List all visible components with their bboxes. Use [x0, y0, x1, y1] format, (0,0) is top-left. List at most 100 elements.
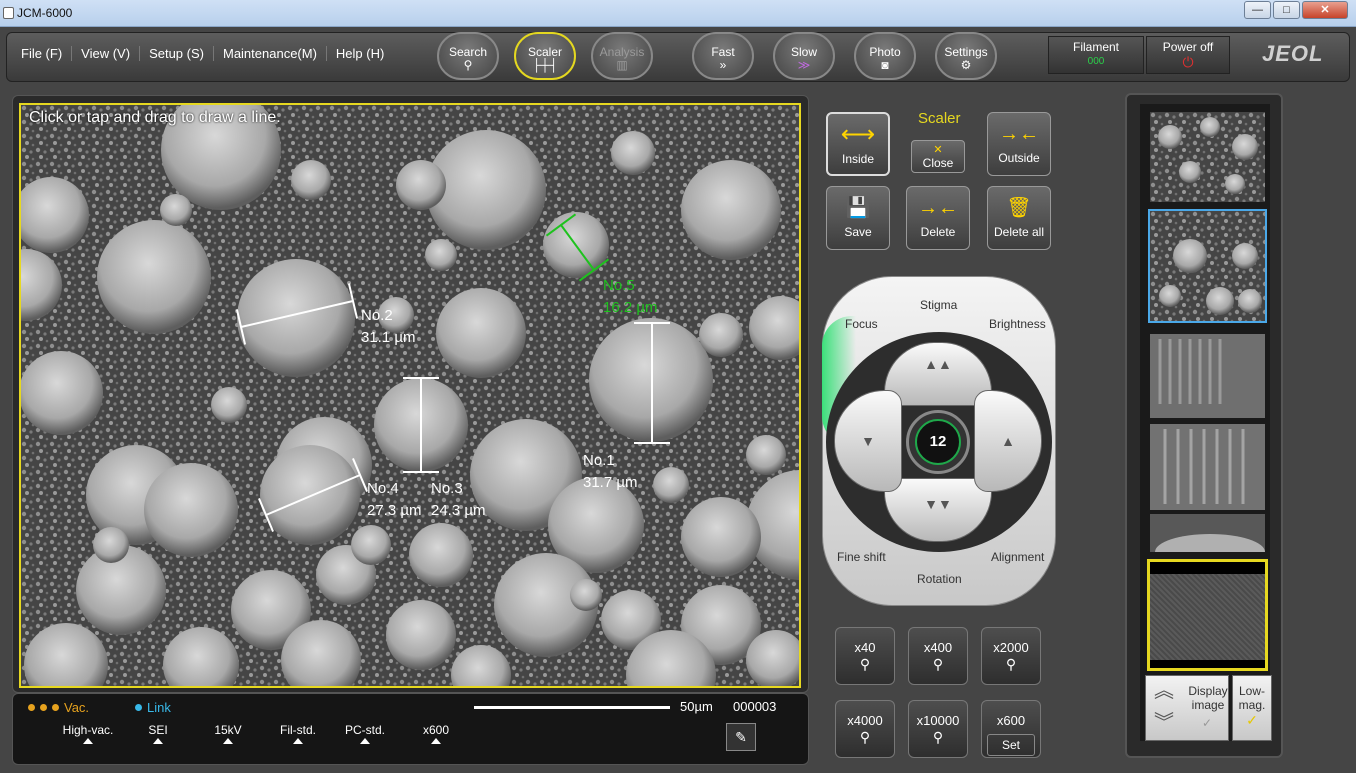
power-label: Power off	[1162, 40, 1214, 54]
window-title: JCM-6000	[17, 6, 73, 20]
inside-arrows-icon: ⟷	[840, 121, 876, 148]
outside-label: Outside	[998, 151, 1040, 165]
vac-dot	[52, 704, 59, 711]
param-magnification[interactable]: x600	[396, 723, 476, 744]
filament-indicator: Filament 000	[1048, 36, 1144, 74]
thumbnail-1[interactable]	[1150, 112, 1265, 202]
delete-all-button[interactable]: 🗑 Delete all	[987, 186, 1051, 250]
set-button[interactable]: Set	[987, 734, 1035, 756]
particle	[425, 239, 457, 271]
settings-label: Settings	[944, 45, 988, 59]
param-label: x600	[422, 723, 450, 737]
fast-button[interactable]: Fast»	[692, 32, 754, 80]
thumbnail-image	[1150, 574, 1265, 660]
thumbnail-4[interactable]	[1150, 424, 1265, 510]
power-icon: ⏻	[1182, 54, 1194, 70]
mag-x40-button[interactable]: x40 ⚲	[835, 627, 895, 685]
settings-button[interactable]: Settings ⚙	[935, 32, 997, 80]
checkmark-icon: ✓	[1202, 716, 1213, 730]
close-label: Close	[922, 156, 954, 170]
search-button[interactable]: Search ⚲	[437, 32, 499, 80]
particle	[160, 194, 192, 226]
mag-label: x4000	[847, 713, 883, 728]
param-probe-current[interactable]: PC-std.	[325, 723, 405, 744]
inside-button[interactable]: ⟷ Inside	[826, 112, 890, 176]
triangle-up-icon	[223, 738, 233, 744]
menu-maintenance[interactable]: Maintenance(M)	[214, 46, 327, 61]
dial-fine-shift[interactable]: Fine shift	[837, 550, 886, 564]
outside-button[interactable]: →← Outside	[987, 112, 1051, 176]
vac-label: Vac.	[64, 700, 90, 715]
display-image-button[interactable]: ︽ ︾ Display image ✓	[1145, 675, 1229, 741]
thumbnail-image	[1150, 211, 1265, 321]
menu-bar: File (F) View (V) Setup (S) Maintenance(…	[12, 46, 393, 61]
close-window-button[interactable]: ✕	[1302, 1, 1348, 19]
dial-rotation[interactable]: Rotation	[917, 572, 962, 586]
dial-brightness[interactable]: Brightness	[989, 317, 1046, 331]
measurement-value: 31.7 µm	[583, 474, 638, 491]
particle	[699, 313, 743, 357]
search-label: Search	[448, 45, 488, 59]
param-label: 15kV	[214, 723, 242, 737]
measurement-id: No.3	[431, 480, 463, 497]
dial-alignment[interactable]: Alignment	[991, 550, 1044, 564]
menu-help[interactable]: Help (H)	[327, 46, 393, 61]
mag-x4000-button[interactable]: x4000 ⚲	[835, 700, 895, 758]
scaler-button[interactable]: Scaler ├┼┤	[514, 32, 576, 80]
filament-led: 000	[1087, 56, 1105, 67]
magnifier-icon: ⚲	[932, 729, 944, 745]
menu-setup[interactable]: Setup (S)	[140, 46, 214, 61]
measurement-value: 27.3 µm	[367, 502, 422, 519]
mag-label: x600	[996, 713, 1026, 728]
param-voltage[interactable]: 15kV	[188, 723, 268, 744]
thumbnail-3[interactable]	[1150, 334, 1265, 418]
thumbnail-image	[1150, 514, 1265, 552]
particle	[653, 467, 689, 503]
slow-label: Slow	[790, 45, 817, 59]
menu-file[interactable]: File (F)	[12, 46, 73, 61]
mag-set-button[interactable]: x600 Set	[981, 700, 1041, 758]
sem-image-view[interactable]: No.1 31.7 µm No.2 31.1 µm No.3 24.3 µm No.4 27.…	[19, 103, 801, 688]
mag-x400-button[interactable]: x400 ⚲	[908, 627, 968, 685]
particle	[396, 160, 446, 210]
dial-focus[interactable]: Focus	[845, 317, 878, 331]
delete-all-label: Delete all	[993, 225, 1045, 239]
slow-button[interactable]: Slow ≫	[773, 32, 835, 80]
title-bar: JCM-6000 — □ ✕	[0, 0, 1356, 27]
delete-button[interactable]: →← Delete	[906, 186, 970, 250]
measurement-value: 31.1 µm	[361, 329, 416, 346]
note-icon[interactable]: ✎	[726, 723, 756, 751]
param-detector[interactable]: SEI	[118, 723, 198, 744]
vac-dot	[40, 704, 47, 711]
draw-line-hint: Click or tap and drag to draw a line.	[29, 109, 281, 126]
photo-button[interactable]: Photo ◙	[854, 32, 916, 80]
save-button[interactable]: 💾 Save	[826, 186, 890, 250]
dial-stigma[interactable]: Stigma	[920, 298, 957, 312]
magnifier-icon: ⚲	[859, 729, 871, 745]
save-label: Save	[844, 225, 872, 239]
low-mag-button[interactable]: Low-mag. ✓	[1232, 675, 1272, 741]
menu-view[interactable]: View (V)	[72, 46, 141, 61]
dial-center[interactable]: 12	[906, 410, 970, 474]
power-off-button[interactable]: Power off ⏻	[1146, 36, 1230, 74]
param-label: PC-std.	[344, 723, 385, 737]
double-chevron-icon: »	[719, 58, 727, 72]
vac-dot	[28, 704, 35, 711]
mag-x10000-button[interactable]: x10000 ⚲	[908, 700, 968, 758]
thumbnail-2[interactable]	[1148, 209, 1267, 323]
magnifier-icon: ⚲	[463, 58, 473, 72]
low-mag-label: Low-mag.	[1238, 684, 1266, 712]
magnifier-icon: ⚲	[932, 656, 944, 672]
magnifier-icon: ⚲	[859, 656, 871, 672]
param-vacuum[interactable]: High-vac.	[48, 723, 128, 744]
minimize-button[interactable]: —	[1244, 1, 1271, 19]
particle	[211, 387, 247, 423]
maximize-button[interactable]: □	[1273, 1, 1300, 19]
analysis-button[interactable]: Analysis ▥	[591, 32, 653, 80]
thumbnail-5[interactable]	[1150, 514, 1265, 552]
particle	[409, 523, 473, 587]
close-scaler-button[interactable]: ✕ Close	[911, 140, 965, 173]
mag-x2000-button[interactable]: x2000 ⚲	[981, 627, 1041, 685]
link-label: Link	[147, 700, 171, 715]
thumbnail-current[interactable]	[1147, 559, 1268, 671]
